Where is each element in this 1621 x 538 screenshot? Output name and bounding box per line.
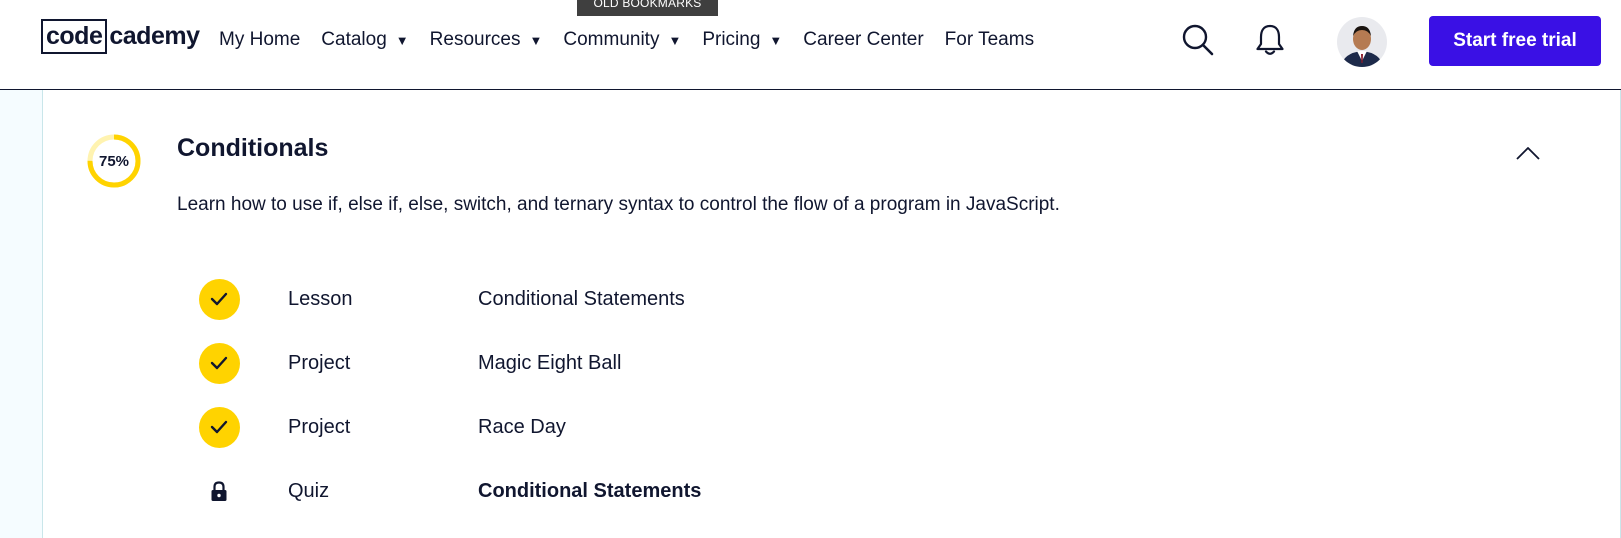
item-name[interactable]: Conditional Statements [478,288,685,311]
main-nav: My Home Catalog ▼ Resources ▼ Community ▼ P… [219,25,1055,55]
item-name[interactable]: Conditional Statements [478,480,701,503]
bookmarks-tooltip: OLD BOOKMARKS [577,0,718,16]
caret-down-icon: ▼ [668,32,682,48]
caret-down-icon: ▼ [395,32,409,48]
top-navigation-bar: OLD BOOKMARKS code cademy My Home Catalo… [0,0,1621,90]
avatar-photo [1337,17,1387,67]
logo-text: cademy [109,22,200,50]
logo-boxed-text: code [41,19,108,54]
nav-for-teams[interactable]: For Teams [945,29,1034,51]
status-locked [198,470,240,512]
user-avatar[interactable] [1337,17,1387,67]
start-free-trial-button[interactable]: Start free trial [1429,16,1601,66]
check-icon [210,292,228,306]
item-name[interactable]: Magic Eight Ball [478,352,621,375]
list-item[interactable]: Project Race Day [177,406,877,448]
check-icon [210,356,228,370]
item-type: Project [288,351,351,374]
nav-community[interactable]: Community ▼ [563,29,681,51]
module-description: Learn how to use if, else if, else, swit… [177,194,1060,215]
item-type: Quiz [288,479,330,502]
caret-down-icon: ▼ [769,32,783,48]
check-icon [210,420,228,434]
list-item[interactable]: Lesson Conditional Statements [177,278,877,320]
chevron-up-icon[interactable] [1513,139,1543,169]
status-complete [198,406,240,448]
nav-catalog[interactable]: Catalog ▼ [321,29,408,51]
lock-icon [211,481,227,501]
progress-percent: 75% [98,152,130,170]
bell-icon[interactable] [1252,22,1288,58]
list-item[interactable]: Project Magic Eight Ball [177,342,877,384]
nav-career-center[interactable]: Career Center [803,29,923,51]
item-type: Project [288,415,351,438]
status-complete [198,342,240,384]
item-name[interactable]: Race Day [478,416,566,439]
caret-down-icon: ▼ [529,32,543,48]
nav-my-home[interactable]: My Home [219,29,300,51]
nav-resources[interactable]: Resources ▼ [430,29,543,51]
codecademy-logo[interactable]: code cademy [41,19,200,54]
list-item[interactable]: Quiz Conditional Statements [177,470,877,512]
search-icon[interactable] [1180,22,1216,58]
status-complete [198,278,240,320]
item-type: Lesson [288,287,353,310]
nav-pricing[interactable]: Pricing ▼ [702,29,782,51]
module-title: Conditionals [177,134,329,162]
